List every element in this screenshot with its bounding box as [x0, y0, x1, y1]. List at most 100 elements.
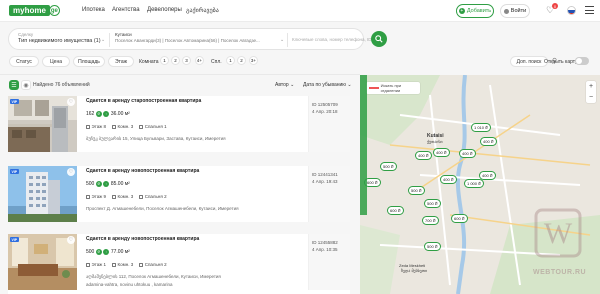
listing-title[interactable]: Сдается в аренду новопостроенная квартир…: [86, 168, 199, 174]
door-icon: [112, 124, 117, 129]
logo-suffix: ge: [48, 5, 60, 16]
filter-area[interactable]: Площадь: [73, 56, 105, 67]
nav-link-developers[interactable]: Девелоперы: [147, 7, 182, 13]
listing-area: 77.00 м²: [110, 249, 130, 255]
deal-type-dropdown[interactable]: Сделку Тип недвижимого имущества (1): [18, 32, 101, 44]
map-price-marker[interactable]: 600 ₾: [451, 214, 468, 223]
listing-meta: ID 12455882 4 Апр. 10:35: [308, 234, 350, 290]
filter-price[interactable]: Цена: [42, 56, 70, 67]
room-option-3[interactable]: 3: [182, 56, 191, 65]
keyword-search-input[interactable]: Ключевые слова, номер телефона, ID: [292, 37, 372, 42]
listing-title[interactable]: Сдается в аренду новопостроенная квартир…: [86, 236, 199, 242]
room-option-1[interactable]: 1: [160, 56, 169, 65]
favorite-heart-icon[interactable]: ♡: [67, 236, 75, 244]
listing-date: 4 Апр. 19:43: [312, 179, 338, 184]
room-option-2[interactable]: 2: [171, 56, 180, 65]
map-price-marker[interactable]: 500 ₾: [424, 242, 441, 251]
listing-card[interactable]: VIP ♡ Сдается в аренду новопостроенная к…: [8, 166, 350, 222]
map-view-icon[interactable]: ◉: [21, 80, 31, 90]
bed-icon: [139, 124, 144, 129]
date-sort-dropdown[interactable]: Дата по убыванию ⌄: [303, 82, 352, 88]
listing-photo[interactable]: VIP ♡: [8, 234, 77, 290]
list-view-icon[interactable]: ☰: [9, 80, 19, 90]
listing-date: 4 Апр. 20:18: [312, 109, 338, 114]
zoom-in-button[interactable]: +: [589, 83, 593, 90]
logo-word: myhome: [9, 5, 50, 16]
door-icon: [112, 194, 117, 199]
author-sort-dropdown[interactable]: Автор ⌄: [275, 82, 294, 88]
top-nav: myhome ge Ипотека Агентства Девелоперы გ…: [0, 0, 600, 22]
bed-option-3plus[interactable]: 3+: [249, 56, 258, 65]
map-price-marker[interactable]: 400 ₾: [433, 148, 450, 157]
location-dropdown[interactable]: Кутаиси Поселок Авангарди(3) | Поселок А…: [115, 32, 260, 43]
filter-floor[interactable]: Этаж: [108, 56, 134, 67]
map-price-marker[interactable]: 400 ₾: [480, 137, 497, 146]
plus-icon: +: [458, 7, 465, 14]
filter-area-label: Площадь: [78, 58, 100, 65]
map-price-marker[interactable]: 1 010 ₾: [471, 123, 492, 132]
map-price-marker[interactable]: 700 ₾: [422, 216, 439, 225]
listing-photo[interactable]: VIP ♡: [8, 166, 77, 222]
filter-row: Статус Цена Площадь Этаж Комната 1 2 3 4…: [0, 56, 600, 70]
map-price-marker[interactable]: 600 ₾: [387, 206, 404, 215]
door-icon: [112, 262, 117, 267]
map-price-marker[interactable]: 400 ₾: [440, 175, 457, 184]
listing-features: Этаж 1 Комн. 3 Спальня 2: [86, 262, 167, 267]
zoom-out-button[interactable]: −: [589, 94, 593, 101]
map-search-on-move-toggle[interactable]: Искать при отдалении: [366, 82, 420, 94]
map-price-marker[interactable]: 400 ₾: [415, 151, 432, 160]
login-button[interactable]: Войти: [500, 4, 530, 18]
watermark-text: WEBTOUR.RU: [533, 269, 587, 276]
favorite-heart-icon[interactable]: ♡: [67, 98, 75, 106]
map-price-marker[interactable]: 500 ₾: [380, 162, 397, 171]
svg-text:W: W: [544, 217, 573, 250]
listing-title[interactable]: Сдается в аренду старопостроенная кварти…: [86, 98, 201, 104]
lari-currency-icon: ₾: [95, 111, 102, 117]
listing-price: 162: [86, 111, 95, 117]
menu-icon[interactable]: [585, 6, 594, 14]
favorites-count-badge: 0: [552, 3, 558, 9]
listing-floor: Этаж 1: [91, 262, 107, 267]
favorite-heart-icon[interactable]: ♡: [67, 168, 75, 176]
open-map-toggle[interactable]: [575, 57, 589, 65]
filter-status[interactable]: Статус: [9, 56, 39, 67]
language-flag-icon[interactable]: [567, 6, 576, 15]
listing-address: ბუჩუკ ბულვარის 15, Улица Бульвари, Заста…: [86, 136, 226, 141]
deal-type-label: Сделку: [18, 32, 34, 37]
vip-badge: VIP: [10, 99, 19, 104]
lari-currency-icon: ₾: [95, 181, 102, 187]
map-price-marker[interactable]: 500 ₾: [408, 186, 425, 195]
author-sort-label: Автор: [275, 82, 289, 88]
listing-price-row: 162 ₾ ▫ 36.00 м²: [86, 111, 130, 117]
map-city-local-label: ქუთაისი: [427, 139, 443, 144]
bed-option-1[interactable]: 1: [226, 56, 235, 65]
beds-label: Спл.: [211, 59, 222, 65]
map-price-marker[interactable]: 1 000 ₾: [464, 179, 485, 188]
map-price-marker[interactable]: 400 ₾: [459, 149, 476, 158]
listing-card[interactable]: VIP ♡ Сдается в аренду новопостроенная к…: [8, 234, 350, 294]
listing-meta: ID 12441341 4 Апр. 19:43: [308, 166, 350, 222]
map-price-marker[interactable]: 500 ₾: [424, 199, 441, 208]
add-listing-button[interactable]: + Добавить: [456, 4, 494, 18]
user-icon: [503, 8, 509, 14]
nav-link-rent[interactable]: გაქირავება: [186, 7, 219, 14]
search-icon: [375, 35, 383, 43]
listing-id: ID 12505709: [312, 102, 338, 107]
nav-link-mortgage[interactable]: Ипотека: [82, 7, 105, 13]
room-option-4plus[interactable]: 4+: [195, 56, 204, 65]
search-button[interactable]: [371, 31, 387, 47]
lari-currency-icon: ₾: [95, 249, 102, 255]
listing-price-row: 500 ₾ ▫ 85.00 м²: [86, 181, 130, 187]
listing-card[interactable]: VIP ♡ Сдается в аренду старопостроенная …: [8, 96, 350, 152]
kitchen-photo: [8, 96, 77, 152]
myhome-logo[interactable]: myhome ge: [9, 4, 60, 17]
bed-option-2[interactable]: 2: [237, 56, 246, 65]
vip-badge: VIP: [10, 169, 19, 174]
area-icon: ▫: [103, 111, 110, 117]
listing-photo[interactable]: VIP ♡: [8, 96, 77, 152]
listing-rooms: Комн. 3: [117, 124, 134, 129]
nav-link-agencies[interactable]: Агентства: [112, 7, 140, 13]
area-icon: ▫: [103, 249, 110, 255]
results-count: Найдено 76 объявлений: [33, 82, 90, 88]
advanced-search-button[interactable]: Доп. поиск: [510, 56, 548, 67]
